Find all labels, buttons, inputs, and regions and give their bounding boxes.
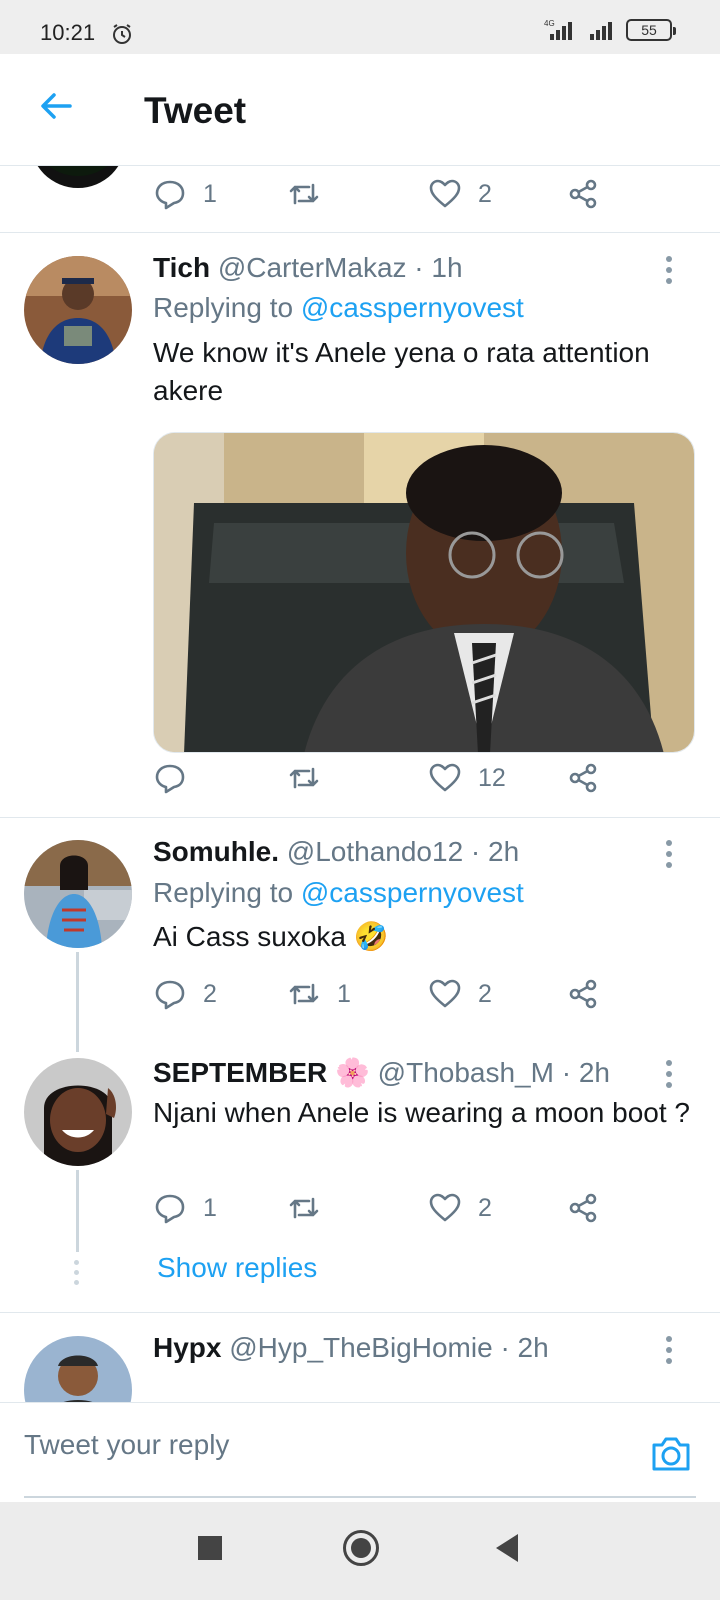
retweet-count: 1 (337, 979, 351, 1008)
share-button[interactable] (566, 174, 600, 214)
nav-back-icon[interactable] (496, 1534, 518, 1562)
status-bar: 10:21 4G 55 (0, 0, 720, 54)
avatar[interactable] (24, 1058, 132, 1166)
divider (0, 232, 720, 233)
reply-button[interactable]: 1 (153, 1188, 217, 1228)
tweet-feed[interactable]: 1 2 Tich @CarterMakaz · 1h Replying to @… (0, 166, 720, 1402)
tweet-actions: 12 (153, 758, 623, 798)
system-nav-bar (0, 1502, 720, 1600)
retweet-icon (289, 767, 319, 789)
retweet-icon (289, 183, 319, 205)
heart-icon (429, 763, 461, 792)
svg-text:4G: 4G (544, 19, 555, 28)
retweet-button[interactable] (287, 758, 337, 798)
page-title: Tweet (144, 90, 247, 131)
avatar[interactable] (24, 840, 132, 948)
tweet-text: Ai Cass suxoka 🤣 (153, 921, 389, 952)
tweet-actions: 2 1 2 (153, 974, 623, 1014)
retweet-button[interactable] (287, 1188, 337, 1228)
like-button[interactable]: 2 (428, 1188, 492, 1228)
retweet-icon (289, 1197, 319, 1219)
top-header: Tweet (0, 54, 720, 166)
like-count: 12 (478, 763, 506, 792)
signal-4g-icon: 4G (544, 19, 572, 40)
like-count: 2 (478, 179, 492, 208)
replying-to-link[interactable]: @casspernyovest (301, 292, 524, 323)
share-icon (569, 179, 597, 209)
like-button[interactable]: 12 (428, 758, 506, 798)
recent-apps-icon[interactable] (198, 1536, 222, 1560)
like-button[interactable]: 2 (428, 174, 492, 214)
thread-dots (74, 1260, 80, 1290)
handle-time[interactable]: @Hyp_TheBigHomie · 2h (229, 1332, 548, 1363)
heart-icon (429, 179, 461, 208)
avatar[interactable] (24, 1336, 132, 1402)
reply-underline (24, 1496, 696, 1498)
reply-count: 1 (203, 179, 217, 208)
replying-label: Replying to (153, 877, 301, 908)
battery-icon: 55 (626, 19, 676, 41)
heart-icon (429, 1193, 461, 1222)
handle-time[interactable]: @Lothando12 · 2h (287, 836, 519, 867)
share-button[interactable] (566, 1188, 600, 1228)
display-name[interactable]: Tich (153, 252, 210, 283)
thread-line (76, 1170, 79, 1252)
more-options-icon[interactable] (666, 1336, 674, 1364)
signal-icon (590, 22, 612, 40)
reply-icon (155, 1194, 185, 1224)
tweet-actions: 1 2 (153, 174, 623, 214)
more-options-icon[interactable] (666, 256, 674, 284)
heart-icon (429, 979, 461, 1008)
display-name[interactable]: Somuhle. (153, 836, 279, 867)
tweet-text: Njani when Anele is wearing a moon boot … (153, 1097, 691, 1128)
reply-button[interactable] (153, 758, 203, 798)
show-replies-link[interactable]: Show replies (157, 1252, 317, 1284)
reply-count: 2 (203, 979, 217, 1008)
share-icon (569, 979, 597, 1009)
reply-input[interactable]: Tweet your reply (24, 1429, 229, 1461)
display-name[interactable]: SEPTEMBER 🌸 (153, 1057, 370, 1088)
reply-icon (155, 764, 185, 794)
more-options-icon[interactable] (666, 1060, 674, 1088)
like-count: 2 (478, 979, 492, 1008)
camera-icon[interactable] (650, 1433, 692, 1473)
replying-to-link[interactable]: @casspernyovest (301, 877, 524, 908)
share-icon (569, 1193, 597, 1223)
reply-icon (155, 980, 185, 1010)
retweet-button[interactable] (287, 174, 337, 214)
thread-line (76, 952, 79, 1052)
handle-time[interactable]: @Thobash_M · 2h (378, 1057, 610, 1088)
more-options-icon[interactable] (666, 840, 674, 868)
divider (0, 817, 720, 818)
handle-time[interactable]: @CarterMakaz · 1h (218, 252, 463, 283)
alarm-icon (113, 24, 131, 44)
avatar[interactable] (30, 166, 126, 188)
share-button[interactable] (566, 974, 600, 1014)
back-arrow-icon[interactable] (36, 86, 76, 126)
reply-button[interactable]: 1 (153, 174, 217, 214)
replying-label: Replying to (153, 292, 301, 323)
like-button[interactable]: 2 (428, 974, 492, 1014)
retweet-button[interactable]: 1 (287, 974, 351, 1014)
reply-button[interactable]: 2 (153, 974, 217, 1014)
retweet-icon (289, 983, 319, 1005)
share-icon (569, 763, 597, 793)
tweet-image[interactable] (153, 432, 695, 753)
reply-icon (155, 180, 185, 210)
share-button[interactable] (566, 758, 600, 798)
display-name[interactable]: Hypx (153, 1332, 221, 1363)
avatar[interactable] (24, 256, 132, 364)
status-time: 10:21 (40, 20, 96, 45)
reply-count: 1 (203, 1193, 217, 1222)
home-icon[interactable] (343, 1530, 379, 1566)
tweet-actions: 1 2 (153, 1188, 623, 1228)
divider (0, 1312, 720, 1313)
like-count: 2 (478, 1193, 492, 1222)
tweet-text: We know it's Anele yena o rata attention… (153, 337, 650, 406)
reply-bar: Tweet your reply (0, 1402, 720, 1502)
